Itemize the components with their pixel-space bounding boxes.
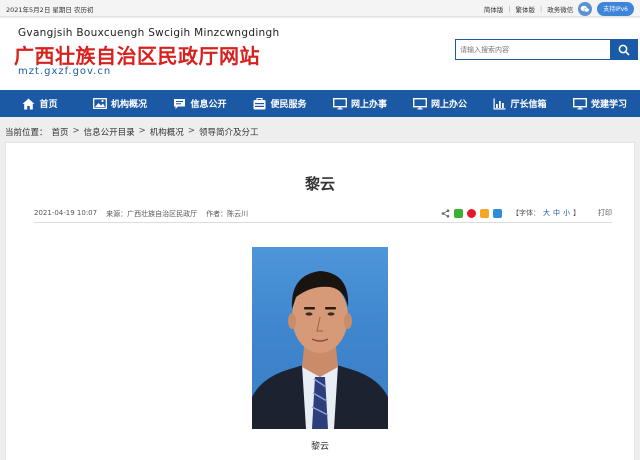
divider: |	[508, 4, 511, 13]
search-input[interactable]	[456, 40, 611, 59]
nav-label: 网上办事	[350, 100, 387, 110]
font-size-small[interactable]: 小	[563, 208, 570, 218]
chat-icon	[174, 98, 186, 109]
font-size-label: 【字体：	[512, 209, 540, 217]
breadcrumb-info-catalog[interactable]: 信息公开目录	[84, 126, 135, 138]
breadcrumb: 当前位置： 首页 > 信息公开目录 > 机构概况 > 领导简介及分工	[5, 126, 258, 138]
qq-share-icon[interactable]	[493, 208, 502, 218]
nav-label: 便民服务	[270, 100, 307, 110]
wechat-icon[interactable]	[578, 1, 593, 16]
article-title: 黎云	[304, 175, 335, 193]
image-icon	[93, 98, 107, 109]
nav-label: 首页	[39, 100, 58, 110]
site-title-zhuang: Gvangjsih Bouxcuengh Swcigih Minzcwngdin…	[18, 27, 280, 39]
article-info: 2021-04-19 10:07 来源：广西壮族自治区民政厅 作者：陈云川	[34, 209, 248, 219]
search-icon	[618, 44, 630, 56]
site-title[interactable]: 广西壮族自治区民政厅网站	[14, 40, 260, 69]
font-size-control: 【字体： 大 中 小 】	[512, 208, 580, 218]
top-bar: 2021年5月2日 星期日 农历初 简体版 | 繁体版 | 政务微信 支持IPv…	[0, 0, 640, 17]
nav-online-office[interactable]: 网上办公	[400, 90, 480, 117]
font-size-close: 】	[573, 209, 580, 217]
monitor-icon	[572, 97, 587, 109]
service-icon	[253, 97, 266, 109]
article-source: 来源：广西壮族自治区民政厅	[106, 210, 198, 218]
share-icon[interactable]	[441, 208, 450, 218]
main-nav: 首页 机构概况 信息公开 便民服务 网上办事 网上办公 厅长信箱 党建学习	[0, 90, 640, 117]
font-size-large[interactable]: 大	[543, 208, 550, 218]
site-header: Gvangjsih Bouxcuengh Swcigih Minzcwngdin…	[0, 18, 640, 90]
article-tools: 【字体： 大 中 小 】 打印	[441, 208, 612, 218]
ipv6-badge[interactable]: 支持IPv6	[597, 1, 634, 16]
nav-label: 信息公开	[190, 100, 227, 110]
nav-home[interactable]: 首页	[0, 90, 80, 117]
nav-public-service[interactable]: 便民服务	[240, 90, 320, 117]
nav-info-disclosure[interactable]: 信息公开	[160, 90, 240, 117]
breadcrumb-leaders[interactable]: 领导简介及分工	[199, 126, 259, 138]
chart-icon	[493, 98, 506, 109]
breadcrumb-separator: >	[187, 126, 195, 136]
home-icon	[22, 98, 35, 109]
breadcrumb-organization[interactable]: 机构概况	[150, 126, 184, 138]
nav-label: 机构概况	[110, 100, 147, 110]
nav-label: 党建学习	[590, 100, 627, 110]
nav-party-study[interactable]: 党建学习	[560, 90, 640, 117]
gov-wechat-link[interactable]: 政务微信	[547, 4, 573, 14]
nav-organization[interactable]: 机构概况	[80, 90, 160, 117]
traditional-chinese-link[interactable]: 繁体版	[516, 4, 536, 14]
article-container: 黎云 2021-04-19 10:07 来源：广西壮族自治区民政厅 作者：陈云川…	[5, 142, 635, 460]
article-meta: 2021-04-19 10:07 来源：广西壮族自治区民政厅 作者：陈云川 【字…	[34, 207, 612, 223]
photo-caption: 黎云	[310, 442, 329, 452]
monitor-icon	[332, 97, 347, 109]
simplified-chinese-link[interactable]: 简体版	[484, 4, 504, 14]
top-links: 简体版 | 繁体版 | 政务微信 支持IPv6	[484, 1, 634, 16]
weibo-share-icon[interactable]	[467, 208, 476, 218]
print-button[interactable]: 打印	[598, 208, 612, 218]
breadcrumb-separator: >	[72, 126, 80, 136]
nav-label: 网上办公	[430, 100, 467, 110]
breadcrumb-home[interactable]: 首页	[52, 126, 69, 138]
publish-date: 2021-04-19 10:07	[34, 209, 98, 217]
search-box	[455, 39, 638, 60]
divider: |	[540, 4, 543, 13]
monitor-icon	[412, 97, 427, 109]
portrait-photo	[252, 247, 388, 429]
current-date: 2021年5月2日 星期日 农历初	[6, 6, 94, 14]
nav-director-mailbox[interactable]: 厅长信箱	[480, 90, 560, 117]
article-author: 作者：陈云川	[206, 210, 249, 218]
nav-label: 厅长信箱	[510, 100, 547, 110]
site-domain: mzt.gxzf.gov.cn	[18, 66, 112, 77]
font-size-medium[interactable]: 中	[553, 208, 560, 218]
breadcrumb-separator: >	[138, 126, 146, 136]
qzone-share-icon[interactable]	[480, 208, 489, 218]
nav-online-services[interactable]: 网上办事	[320, 90, 400, 117]
wechat-share-icon[interactable]	[454, 208, 463, 218]
search-button[interactable]	[610, 40, 637, 59]
breadcrumb-prefix: 当前位置：	[5, 128, 48, 138]
